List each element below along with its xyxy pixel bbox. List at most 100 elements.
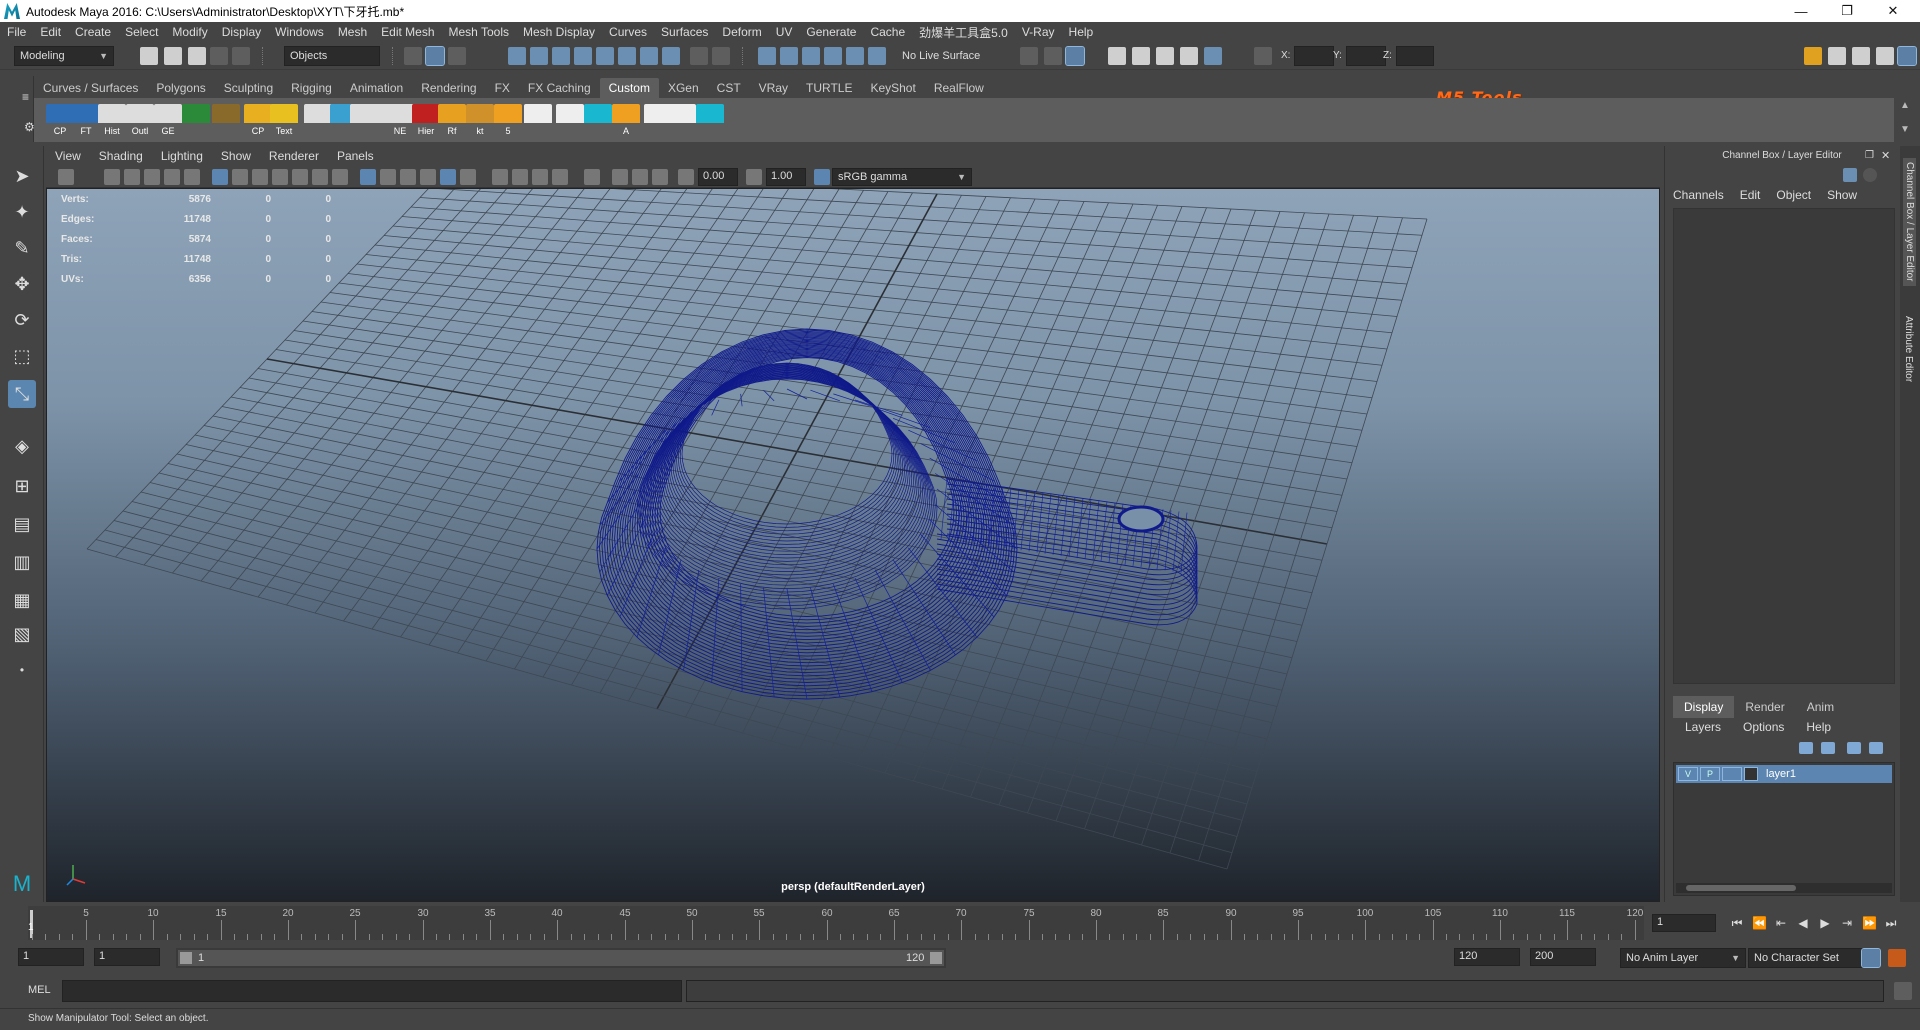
layer-menu-0[interactable]: Layers xyxy=(1673,720,1731,734)
menu-19[interactable]: Help xyxy=(1062,25,1101,39)
shelf-tab-12[interactable]: TURTLE xyxy=(797,78,862,98)
attribute-editor-toggle-icon[interactable] xyxy=(1852,47,1870,65)
output-ops-icon[interactable] xyxy=(1044,47,1062,65)
safe-title-icon[interactable] xyxy=(332,169,348,185)
snap-plane-icon[interactable] xyxy=(640,47,658,65)
select-object-icon[interactable] xyxy=(425,46,445,66)
shelf-tab-11[interactable]: VRay xyxy=(749,78,797,98)
shelf-tab-6[interactable]: FX xyxy=(485,78,519,98)
make-live-icon[interactable] xyxy=(802,47,820,65)
anim-layer-dropdown[interactable]: No Anim Layer ▼ xyxy=(1620,948,1746,968)
gate-mask-icon[interactable] xyxy=(272,169,288,185)
wireframe-on-shaded-icon[interactable] xyxy=(400,169,416,185)
sign-in-icon[interactable] xyxy=(1804,47,1822,65)
shelf-tool-4-icon[interactable]: GE xyxy=(154,104,182,136)
select-hierarchy-icon[interactable] xyxy=(404,47,422,65)
go-to-end-icon[interactable]: ⏭ xyxy=(1884,916,1898,930)
menu-1[interactable]: Edit xyxy=(33,25,68,39)
attribute-editor-side-tab[interactable]: Attribute Editor xyxy=(1903,316,1914,382)
shelf-tool-13-icon[interactable]: NE xyxy=(386,104,414,136)
x-field[interactable] xyxy=(1294,46,1334,66)
scale-tool-icon[interactable]: ⬚ xyxy=(8,342,36,370)
close-button[interactable]: ✕ xyxy=(1870,0,1916,22)
playback-end-field[interactable]: 120 xyxy=(1454,948,1520,966)
image-plane-icon[interactable] xyxy=(144,169,160,185)
shelf-tool-20-icon[interactable] xyxy=(584,104,612,136)
close-panel-icon[interactable]: ✕ xyxy=(1881,149,1890,162)
menu-0[interactable]: File xyxy=(0,25,33,39)
custom-layout-icon[interactable]: ▧ xyxy=(8,620,36,648)
layer-tab-1[interactable]: Render xyxy=(1734,696,1795,718)
viewport-menu-3[interactable]: Show xyxy=(212,149,260,163)
shelf-tab-14[interactable]: RealFlow xyxy=(924,78,993,98)
shelf-tab-0[interactable]: Curves / Surfaces xyxy=(34,78,148,98)
xray-joints-icon[interactable] xyxy=(632,169,648,185)
restore-button[interactable]: ❐ xyxy=(1824,0,1870,22)
start-time-field[interactable]: 1 xyxy=(18,948,84,966)
view-transform-dropdown[interactable]: sRGB gamma ▼ xyxy=(832,168,972,186)
viewport-menu-2[interactable]: Lighting xyxy=(152,149,212,163)
2d-pan-zoom-icon[interactable] xyxy=(164,169,180,185)
construction-history-icon[interactable] xyxy=(758,47,776,65)
channel-box-toggle-icon[interactable] xyxy=(1897,46,1917,66)
menu-12[interactable]: Surfaces xyxy=(654,25,715,39)
gamma-field[interactable]: 1.00 xyxy=(766,168,806,186)
menu-17[interactable]: 劲爆羊工具盒5.0 xyxy=(912,24,1015,41)
menu-8[interactable]: Edit Mesh xyxy=(374,25,441,39)
script-editor-icon[interactable] xyxy=(1894,982,1912,1000)
shelf-scroll-down-icon[interactable]: ▼ xyxy=(1900,124,1910,135)
reflection-icon[interactable] xyxy=(846,47,864,65)
range-start-handle[interactable] xyxy=(180,952,192,964)
range-end-handle[interactable] xyxy=(930,952,942,964)
depth-of-field-icon[interactable] xyxy=(552,169,568,185)
shelf-tab-3[interactable]: Rigging xyxy=(282,78,341,98)
menu-3[interactable]: Select xyxy=(118,25,165,39)
snap-together-icon[interactable] xyxy=(868,47,886,65)
layer-scrollbar[interactable] xyxy=(1676,883,1892,893)
shelf-tool-15-icon[interactable]: Rf xyxy=(438,104,466,136)
shelf-tool-21-icon[interactable]: A xyxy=(612,104,640,136)
shelf-menu-icon[interactable]: ≡ xyxy=(22,90,29,104)
shelf-tool-16-icon[interactable]: kt xyxy=(466,104,494,136)
layer-color-swatch[interactable] xyxy=(1744,767,1758,781)
anti-aliasing-icon[interactable] xyxy=(532,169,548,185)
perspective-viewport[interactable]: Verts: 5876 0 0 Edges: 11748 0 0 Faces: 5874 0 0 Tri… xyxy=(46,188,1660,902)
menu-set-dropdown[interactable]: Modeling ▼ xyxy=(14,46,114,66)
menu-5[interactable]: Display xyxy=(215,25,268,39)
wireframe-icon[interactable] xyxy=(360,169,376,185)
transform-mode-icon[interactable] xyxy=(1254,47,1272,65)
soft-select-icon[interactable] xyxy=(824,47,842,65)
field-chart-icon[interactable] xyxy=(292,169,308,185)
gamma-icon[interactable] xyxy=(746,169,762,185)
selection-mask-dropdown[interactable]: Objects xyxy=(284,46,380,66)
xray-icon[interactable] xyxy=(612,169,628,185)
channel-box-menu-0[interactable]: Channels xyxy=(1665,188,1732,202)
single-view-layout-icon[interactable]: ◈ xyxy=(8,432,36,460)
pick-icon[interactable] xyxy=(712,47,730,65)
current-frame-field[interactable]: 1 xyxy=(1652,914,1716,932)
shelf-tab-2[interactable]: Sculpting xyxy=(214,78,283,98)
select-camera-icon[interactable] xyxy=(58,169,74,185)
shelf-tab-1[interactable]: Polygons xyxy=(147,78,215,98)
snap-surface-icon[interactable] xyxy=(596,47,614,65)
shelf-tool-3-icon[interactable]: Outl xyxy=(126,104,154,136)
shelf-tab-4[interactable]: Animation xyxy=(340,78,413,98)
menu-9[interactable]: Mesh Tools xyxy=(442,25,516,39)
shelf-tool-2-icon[interactable]: Hist xyxy=(98,104,126,136)
animation-preferences-icon[interactable] xyxy=(1888,949,1906,967)
step-back-frame-icon[interactable]: ⏪ xyxy=(1752,916,1767,930)
shelf-tool-24-icon[interactable] xyxy=(696,104,724,136)
command-input[interactable] xyxy=(62,980,682,1002)
z-field[interactable] xyxy=(1396,46,1434,66)
menu-13[interactable]: Deform xyxy=(715,25,768,39)
render-settings-icon[interactable] xyxy=(1180,47,1198,65)
menu-6[interactable]: Windows xyxy=(268,25,331,39)
open-scene-icon[interactable] xyxy=(164,47,182,65)
smooth-shade-icon[interactable] xyxy=(380,169,396,185)
play-forwards-icon[interactable]: ▶ xyxy=(1818,916,1832,930)
color-management-icon[interactable] xyxy=(814,169,830,185)
channel-box-menu-2[interactable]: Object xyxy=(1768,188,1819,202)
menu-11[interactable]: Curves xyxy=(602,25,654,39)
channel-box-menu-3[interactable]: Show xyxy=(1819,188,1865,202)
shelf-tool-7-icon[interactable]: CP xyxy=(244,104,272,136)
